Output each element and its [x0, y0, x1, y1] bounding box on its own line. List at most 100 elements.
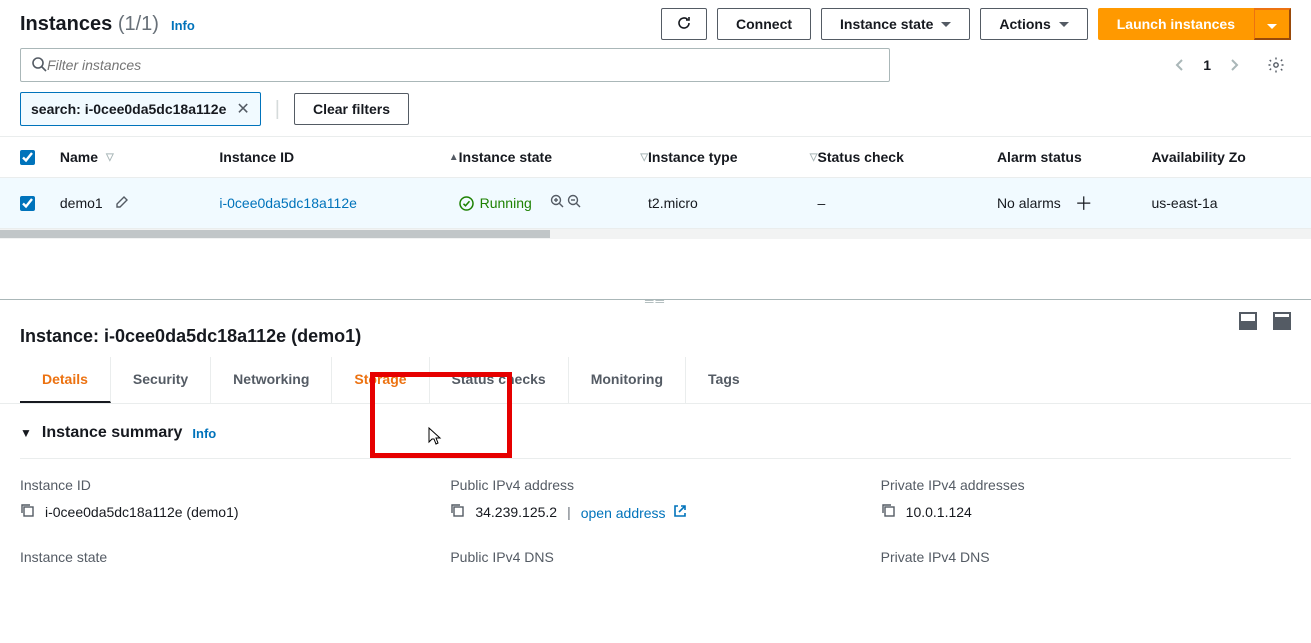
instance-state-button[interactable]: Instance state	[821, 8, 970, 40]
td-status-check: –	[818, 195, 997, 211]
search-box[interactable]	[20, 48, 890, 82]
td-instance-id: i-0cee0da5dc18a112e	[219, 195, 458, 211]
external-link-icon	[669, 505, 687, 521]
sort-icon: ▲	[449, 152, 459, 163]
filter-chip-row: search: i-0cee0da5dc18a112e ✕ | Clear fi…	[0, 92, 1311, 136]
info-link[interactable]: Info	[192, 426, 216, 441]
value-divider: |	[567, 504, 571, 520]
th-instance-id[interactable]: Instance ID ▲	[219, 149, 458, 165]
page-title: Instances (1/1)	[20, 13, 159, 36]
launch-instances-caret[interactable]	[1254, 8, 1291, 40]
running-status: Running	[459, 195, 532, 211]
field-value: i-0cee0da5dc18a112e (demo1)	[20, 503, 430, 521]
header-actions: Connect Instance state Actions Launch in…	[661, 8, 1291, 40]
filter-chip-label: search: i-0cee0da5dc18a112e	[31, 101, 226, 117]
tab-storage[interactable]: Storage	[332, 357, 429, 403]
sort-icon: ▽	[106, 152, 114, 163]
zoom-out-icon[interactable]	[567, 194, 582, 212]
settings-button[interactable]	[1267, 56, 1285, 74]
add-alarm-button[interactable]: ＋	[1075, 190, 1093, 216]
sort-icon: ▽	[640, 152, 648, 163]
th-alarm-status[interactable]: Alarm status	[997, 149, 1152, 165]
field-label: Instance state	[20, 549, 430, 565]
scrollbar-thumb[interactable]	[0, 230, 550, 238]
search-icon	[31, 56, 47, 75]
page-prev-button[interactable]	[1175, 58, 1185, 72]
th-instance-type[interactable]: Instance type ▽	[648, 149, 817, 165]
header-left: Instances (1/1) Info	[20, 13, 195, 36]
caret-down-icon	[1059, 22, 1069, 27]
field-label: Private IPv4 addresses	[881, 477, 1291, 493]
row-checkbox[interactable]	[20, 196, 35, 211]
field-label: Instance ID	[20, 477, 430, 493]
pane-layout-half-button[interactable]	[1239, 312, 1257, 330]
page-header: Instances (1/1) Info Connect Instance st…	[0, 0, 1311, 48]
state-zoom-icons	[550, 194, 582, 212]
field-value: 34.239.125.2 | open address	[450, 503, 860, 521]
th-availability-zone[interactable]: Availability Zo	[1151, 149, 1291, 165]
th-name[interactable]: Name ▽	[60, 149, 220, 165]
page-number: 1	[1203, 57, 1211, 73]
caret-down-icon	[1267, 24, 1277, 29]
summary-title: Instance summary	[42, 424, 183, 442]
tab-networking[interactable]: Networking	[211, 357, 332, 403]
tab-tags[interactable]: Tags	[686, 357, 762, 403]
td-name: demo1	[60, 195, 220, 212]
field-label: Public IPv4 DNS	[450, 549, 860, 565]
clear-filters-button[interactable]: Clear filters	[294, 93, 409, 125]
instance-state-label: Instance state	[840, 16, 933, 32]
pane-layout-toolbar	[1239, 312, 1291, 330]
info-link[interactable]: Info	[171, 18, 195, 33]
page-next-button[interactable]	[1229, 58, 1239, 72]
td-alarm-status: No alarms ＋	[997, 190, 1152, 216]
tab-monitoring[interactable]: Monitoring	[569, 357, 686, 403]
th-instance-state[interactable]: Instance state ▽	[459, 149, 648, 165]
zoom-in-icon[interactable]	[550, 194, 565, 212]
pane-drag-handle[interactable]: ══	[0, 294, 1311, 308]
filter-chip-search[interactable]: search: i-0cee0da5dc18a112e ✕	[20, 92, 261, 126]
connect-button[interactable]: Connect	[717, 8, 811, 40]
td-instance-type: t2.micro	[648, 195, 817, 211]
open-address-link[interactable]: open address	[581, 504, 688, 521]
instance-count: (1/1)	[118, 13, 159, 35]
chip-separator: |	[275, 98, 280, 121]
search-input[interactable]	[47, 57, 879, 73]
copy-icon[interactable]	[20, 503, 35, 521]
refresh-icon	[676, 15, 692, 34]
tab-status-checks[interactable]: Status checks	[430, 357, 569, 403]
launch-instances-group: Launch instances	[1098, 8, 1291, 40]
field-value: 10.0.1.124	[881, 503, 1291, 521]
refresh-button[interactable]	[661, 8, 707, 40]
instances-table: Name ▽ Instance ID ▲ Instance state ▽ In…	[0, 136, 1311, 239]
copy-icon[interactable]	[450, 503, 465, 521]
edit-name-icon[interactable]	[111, 195, 129, 212]
th-status-check[interactable]: Status check	[818, 149, 997, 165]
pager: 1	[1175, 56, 1291, 74]
instance-id-link[interactable]: i-0cee0da5dc18a112e	[219, 195, 357, 211]
select-all-checkbox[interactable]	[20, 150, 35, 165]
select-all-cell	[20, 150, 60, 165]
instance-heading: Instance: i-0cee0da5dc18a112e (demo1)	[0, 314, 1311, 351]
actions-button[interactable]: Actions	[980, 8, 1087, 40]
field-instance-state: Instance state	[20, 549, 430, 575]
collapse-caret-icon: ▼	[20, 426, 32, 440]
sort-icon: ▽	[810, 152, 818, 163]
field-private-ipv4: Private IPv4 addresses 10.0.1.124	[881, 477, 1291, 521]
field-private-dns: Private IPv4 DNS	[881, 549, 1291, 575]
tab-security[interactable]: Security	[111, 357, 211, 403]
summary-grid: Instance ID i-0cee0da5dc18a112e (demo1) …	[20, 458, 1291, 575]
copy-icon[interactable]	[881, 503, 896, 521]
row-select-cell	[20, 196, 60, 211]
summary-heading[interactable]: ▼ Instance summary Info	[20, 424, 1291, 442]
tab-details[interactable]: Details	[20, 357, 111, 403]
field-instance-id: Instance ID i-0cee0da5dc18a112e (demo1)	[20, 477, 430, 521]
field-label: Public IPv4 address	[450, 477, 860, 493]
close-icon[interactable]: ✕	[236, 99, 249, 119]
horizontal-scrollbar[interactable]	[0, 229, 1311, 239]
pane-layout-full-button[interactable]	[1273, 312, 1291, 330]
details-pane: ══ Instance: i-0cee0da5dc18a112e (demo1)…	[0, 299, 1311, 595]
field-public-ipv4: Public IPv4 address 34.239.125.2 | open …	[450, 477, 860, 521]
status-ok-icon	[459, 196, 474, 211]
table-row[interactable]: demo1 i-0cee0da5dc18a112e Running t2.mic…	[0, 177, 1311, 229]
launch-instances-button[interactable]: Launch instances	[1098, 8, 1254, 40]
